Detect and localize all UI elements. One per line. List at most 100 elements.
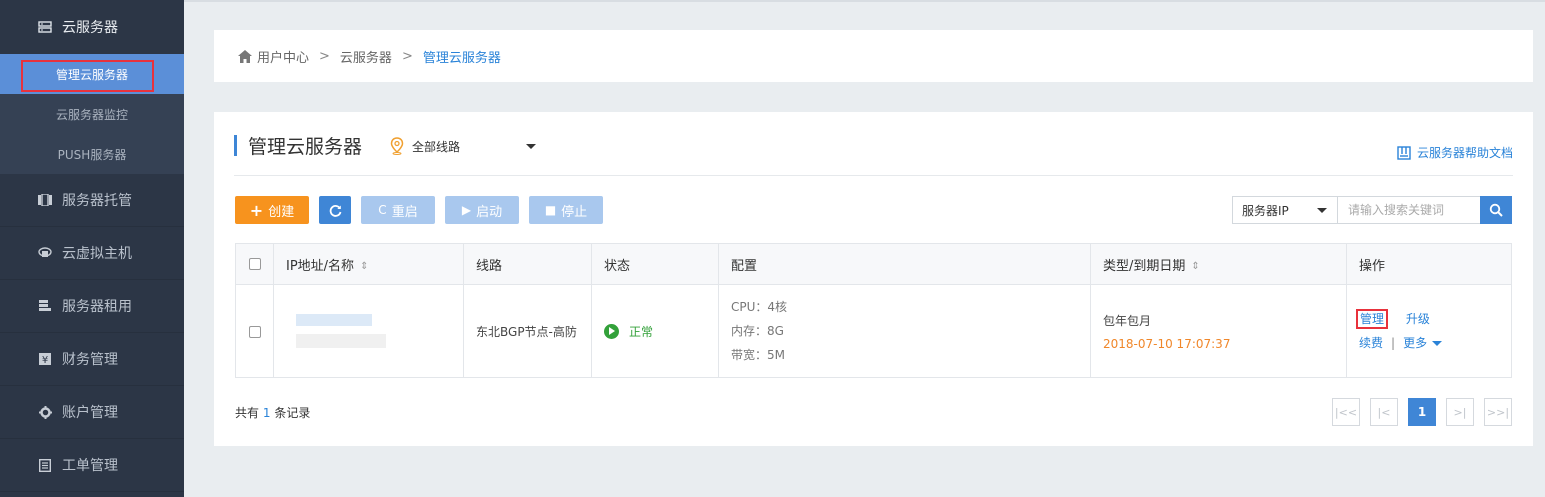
server-icon (38, 21, 52, 33)
sidebar-item-hosting[interactable]: 服务器托管 (0, 174, 184, 227)
actions-cell: 管理 升级 续费 | 更多 (1346, 284, 1512, 378)
type-expire-cell: 包年包月 2018-07-10 17:07:37 (1090, 284, 1347, 378)
col-route: 线路 (463, 243, 592, 285)
page-title: 管理云服务器 (248, 136, 363, 158)
select-all-checkbox[interactable] (248, 258, 261, 270)
col-ip-name[interactable]: IP地址/名称 ⇕ (273, 243, 464, 285)
route-select-value: 全部线路 (412, 139, 461, 154)
page-1-button[interactable]: 1 (1408, 398, 1436, 426)
sidebar-item-label: 服务器租用 (62, 299, 132, 315)
search-field-value: 服务器IP (1242, 203, 1289, 218)
billing-type: 包年包月 (1103, 313, 1152, 328)
breadcrumb: 用户中心 > 云服务器 > 管理云服务器 (214, 30, 1533, 82)
stop-label: 停止 (561, 204, 588, 220)
row-select-cell (235, 284, 274, 378)
renew-link[interactable]: 续费 (1359, 336, 1383, 350)
col-label: IP地址/名称 (286, 258, 355, 274)
help-doc-label: 云服务器帮助文档 (1416, 146, 1513, 160)
search-field-select[interactable]: 服务器IP (1232, 196, 1338, 224)
sort-icon[interactable]: ⇕ (360, 261, 368, 272)
sidebar: 云服务器 管理云服务器 云服务器监控 PUSH服务器 服务器托管 云虚拟主机 服… (0, 0, 184, 497)
title-accent-bar (234, 135, 237, 156)
table-header-row: IP地址/名称 ⇕ 线路 状态 配置 类型/到期日期 ⇕ 操作 (235, 243, 1512, 285)
row-checkbox[interactable] (248, 325, 261, 338)
create-label: 创建 (268, 204, 295, 220)
manage-link[interactable]: 管理 (1356, 309, 1389, 329)
sidebar-item-virtual-host[interactable]: 云虚拟主机 (0, 227, 184, 280)
config-bandwidth: 带宽：5M (731, 348, 785, 362)
sidebar-subitem-push-server[interactable]: PUSH服务器 (0, 134, 184, 174)
record-count: 共有 1 条记录 (235, 404, 310, 421)
next-page-icon: >| (1453, 405, 1467, 419)
first-page-button[interactable]: |<< (1332, 398, 1360, 426)
col-label: 类型/到期日期 (1103, 258, 1186, 274)
help-doc-link[interactable]: 云服务器帮助文档 (1397, 144, 1513, 161)
redacted-name (296, 334, 386, 348)
sidebar-item-label: 工单管理 (62, 458, 118, 474)
plus-icon: + (249, 200, 264, 220)
last-page-icon: >>| (1486, 405, 1510, 419)
select-all-cell (235, 243, 274, 285)
breadcrumb-current: 管理云服务器 (422, 50, 501, 66)
col-label: 配置 (731, 258, 758, 274)
highlight-box (21, 60, 154, 92)
start-button[interactable]: ▶ 启动 (445, 196, 519, 224)
finance-icon: ¥ (38, 352, 52, 366)
prev-page-icon: |< (1377, 405, 1391, 419)
status-cell: 正常 (591, 284, 719, 378)
breadcrumb-separator: > (401, 48, 413, 64)
sidebar-item-account[interactable]: 账户管理 (0, 386, 184, 439)
refresh-button[interactable] (319, 196, 351, 224)
prev-page-button[interactable]: |< (1370, 398, 1398, 426)
sidebar-item-label: 云虚拟主机 (62, 246, 132, 262)
upgrade-link[interactable]: 升级 (1406, 312, 1430, 326)
sidebar-item-label: 账户管理 (62, 405, 118, 421)
more-label: 更多 (1403, 336, 1428, 350)
sort-icon[interactable]: ⇕ (1191, 261, 1199, 272)
sidebar-item-ticket[interactable]: 工单管理 (0, 439, 184, 492)
chevron-down-icon (526, 144, 536, 149)
sidebar-item-cloud-server[interactable]: 云服务器 (0, 0, 184, 54)
hosting-icon (38, 193, 52, 207)
chevron-down-icon (1317, 208, 1327, 213)
top-divider (184, 0, 1545, 2)
config-cpu: CPU：4核 (731, 300, 788, 314)
sidebar-submenu: 管理云服务器 云服务器监控 PUSH服务器 (0, 54, 184, 174)
next-page-button[interactable]: >| (1446, 398, 1474, 426)
col-type-expire[interactable]: 类型/到期日期 ⇕ (1090, 243, 1347, 285)
sidebar-item-finance[interactable]: ¥ 财务管理 (0, 333, 184, 386)
col-label: 操作 (1359, 258, 1386, 274)
col-label: 状态 (604, 258, 631, 274)
search-input[interactable] (1337, 196, 1481, 224)
ip-name-cell[interactable] (273, 284, 464, 378)
create-button[interactable]: + 创建 (235, 196, 309, 224)
book-icon (1397, 145, 1411, 160)
restart-button[interactable]: C 重启 (361, 196, 435, 224)
status-text: 正常 (629, 324, 654, 339)
sidebar-subitem-manage-cloud-server[interactable]: 管理云服务器 (0, 54, 184, 94)
server-table: IP地址/名称 ⇕ 线路 状态 配置 类型/到期日期 ⇕ 操作 东北BGP节点-高防 (235, 243, 1512, 378)
breadcrumb-user-center[interactable]: 用户中心 (257, 47, 309, 66)
col-label: 线路 (476, 258, 503, 274)
status-badge: 正常 (604, 323, 718, 340)
refresh-icon (329, 204, 341, 217)
gear-icon (38, 405, 52, 419)
restart-label: 重启 (391, 204, 418, 220)
route-select[interactable]: 全部线路 (390, 137, 540, 155)
sidebar-item-server-rent[interactable]: 服务器租用 (0, 280, 184, 333)
config-memory: 内存：8G (731, 324, 784, 338)
col-actions: 操作 (1346, 243, 1512, 285)
home-icon (238, 49, 252, 63)
ticket-icon (38, 458, 52, 472)
last-page-button[interactable]: >>| (1484, 398, 1512, 426)
search-button[interactable] (1480, 196, 1512, 224)
stop-button[interactable]: ■ 停止 (529, 196, 603, 224)
total-prefix: 共有 (235, 406, 260, 420)
breadcrumb-cloud-server[interactable]: 云服务器 (340, 47, 392, 66)
sidebar-item-label: 财务管理 (62, 352, 118, 368)
sidebar-subitem-monitor[interactable]: 云服务器监控 (0, 94, 184, 134)
total-count: 1 (262, 406, 271, 420)
more-link[interactable]: 更多 (1403, 336, 1443, 350)
sidebar-item-label: 服务器托管 (62, 193, 132, 209)
col-config: 配置 (718, 243, 1091, 285)
